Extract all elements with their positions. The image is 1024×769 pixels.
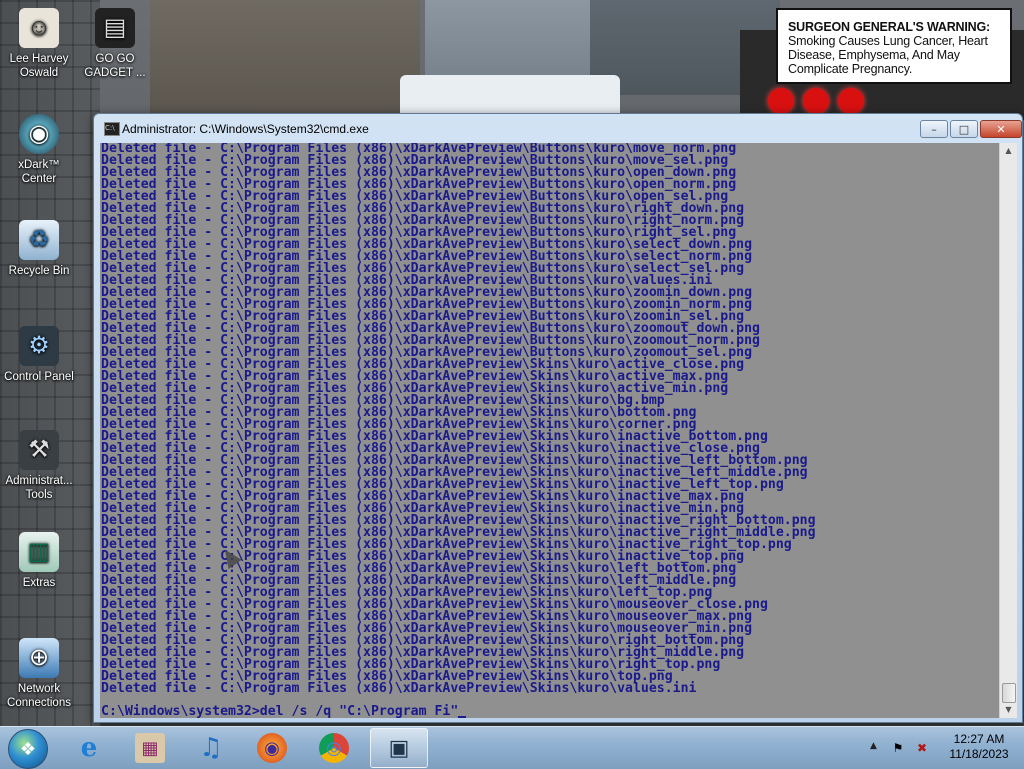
volume-muted-icon[interactable]: ✖ xyxy=(914,740,930,756)
cmd-icon: ▣ xyxy=(388,735,410,761)
desktop-icon-extras[interactable]: ▥ Extras xyxy=(0,532,78,590)
gadget-icon: ▤ xyxy=(95,8,135,48)
desktop-icon-label: Recycle Bin xyxy=(8,265,70,277)
firefox-icon: ◉ xyxy=(257,733,287,763)
background-building xyxy=(150,0,420,120)
desktop-icon-lee-harvey-oswald[interactable]: ☺ Lee Harvey Oswald xyxy=(0,8,78,80)
network-icon: ⊕ xyxy=(19,638,59,678)
cmd-prompt-line[interactable]: C:\Windows\system32>del /s /q "C:\Progra… xyxy=(101,704,467,718)
clock-date: 11/18/2023 xyxy=(949,747,1009,761)
scrollbar-thumb[interactable] xyxy=(1002,683,1016,703)
traffic-light xyxy=(803,88,829,114)
control-panel-icon: ⚙ xyxy=(19,326,59,366)
warning-heading: SURGEON GENERAL'S WARNING: xyxy=(788,20,990,34)
cmd-output: Deleted file - C:\Program Files (x86)\xD… xyxy=(101,143,816,695)
clock[interactable]: 12:27 AM 11/18/2023 xyxy=(942,732,1016,762)
desktop-icon-label: GO GO GADGET ... xyxy=(84,53,146,79)
cmd-window-title: Administrator: C:\Windows\System32\cmd.e… xyxy=(122,122,369,136)
desktop-icon-label: Control Panel xyxy=(4,371,74,383)
desktop-icon-label: Network Connections xyxy=(7,683,71,709)
system-tray: ▲ ⚑ ✖ 12:27 AM 11/18/2023 xyxy=(864,727,1024,769)
desktop-icon-label: Administrat... Tools xyxy=(5,475,73,501)
taskbar-item-firefox[interactable]: ◉ xyxy=(243,728,301,768)
show-hidden-icons-arrow-icon[interactable]: ▲ xyxy=(870,741,877,751)
traffic-light xyxy=(768,88,794,114)
cmd-window[interactable]: C:\ Administrator: C:\Windows\System32\c… xyxy=(93,113,1023,723)
winrar-icon: ▦ xyxy=(135,733,165,763)
close-button[interactable]: ✕ xyxy=(980,120,1022,138)
cmd-window-icon: C:\ xyxy=(104,122,120,136)
clock-time: 12:27 AM xyxy=(953,732,1005,746)
cmd-console[interactable]: Deleted file - C:\Program Files (x86)\xD… xyxy=(100,143,999,718)
maximize-button[interactable]: □ xyxy=(950,120,978,138)
traffic-light xyxy=(838,88,864,114)
desktop-icon-control-panel[interactable]: ⚙ Control Panel xyxy=(0,326,78,384)
cmd-output-line: Deleted file - C:\Program Files (x86)\xD… xyxy=(101,681,697,696)
extras-icon: ▥ xyxy=(19,532,59,572)
cmd-prompt-text: C:\Windows\system32>del /s /q "C:\Progra… xyxy=(101,704,459,718)
text-cursor xyxy=(458,716,467,718)
taskbar-item-itunes[interactable]: ♫ xyxy=(182,728,240,768)
xdark-center-icon: ◉ xyxy=(19,114,59,154)
desktop-icon-xdark-center[interactable]: ◉ xDark™ Center xyxy=(0,114,78,186)
desktop-icon-recycle-bin[interactable]: ♻ Recycle Bin xyxy=(0,220,78,278)
vertical-scrollbar[interactable]: ▲ ▼ xyxy=(999,143,1017,718)
action-center-flag-icon[interactable]: ⚑ xyxy=(890,740,906,756)
warning-text: Smoking Causes Lung Cancer, Heart Diseas… xyxy=(788,34,988,76)
taskbar-item-cmd[interactable]: ▣ xyxy=(370,728,428,768)
taskbar-item-winrar[interactable]: ▦ xyxy=(121,728,179,768)
internet-explorer-icon: e xyxy=(80,733,98,763)
start-orb-icon[interactable]: ❖ xyxy=(8,729,48,769)
surgeon-general-warning: SURGEON GENERAL'S WARNING: Smoking Cause… xyxy=(776,8,1012,84)
desktop-icon-administrative-tools[interactable]: ⚒ Administrat... Tools xyxy=(0,430,78,502)
desktop-icon-label: xDark™ Center xyxy=(18,159,60,185)
desktop-icon-go-go-gadget[interactable]: ▤ GO GO GADGET ... xyxy=(76,8,154,80)
desktop-icon-label: Extras xyxy=(22,577,56,589)
recycle-bin-icon: ♻ xyxy=(19,220,59,260)
cmd-titlebar[interactable]: C:\ Administrator: C:\Windows\System32\c… xyxy=(94,114,1022,144)
scroll-down-arrow-icon[interactable]: ▼ xyxy=(1000,702,1017,718)
taskbar: ❖ e ▦ ♫ ◉ ◎ ▣ ▲ ⚑ ✖ 12:27 AM 11/18/2023 xyxy=(0,726,1024,769)
minimize-button[interactable]: – xyxy=(920,120,948,138)
admin-tools-icon: ⚒ xyxy=(19,430,59,470)
taskbar-item-internet-explorer[interactable]: e xyxy=(60,728,118,768)
taskbar-item-chrome[interactable]: ◎ xyxy=(305,728,363,768)
desktop-icon-network-connections[interactable]: ⊕ Network Connections xyxy=(0,638,78,710)
person-icon: ☺ xyxy=(19,8,59,48)
chrome-icon: ◎ xyxy=(319,733,349,763)
scroll-up-arrow-icon[interactable]: ▲ xyxy=(1000,143,1017,159)
itunes-icon: ♫ xyxy=(199,733,223,763)
desktop-icon-label: Lee Harvey Oswald xyxy=(9,53,69,79)
